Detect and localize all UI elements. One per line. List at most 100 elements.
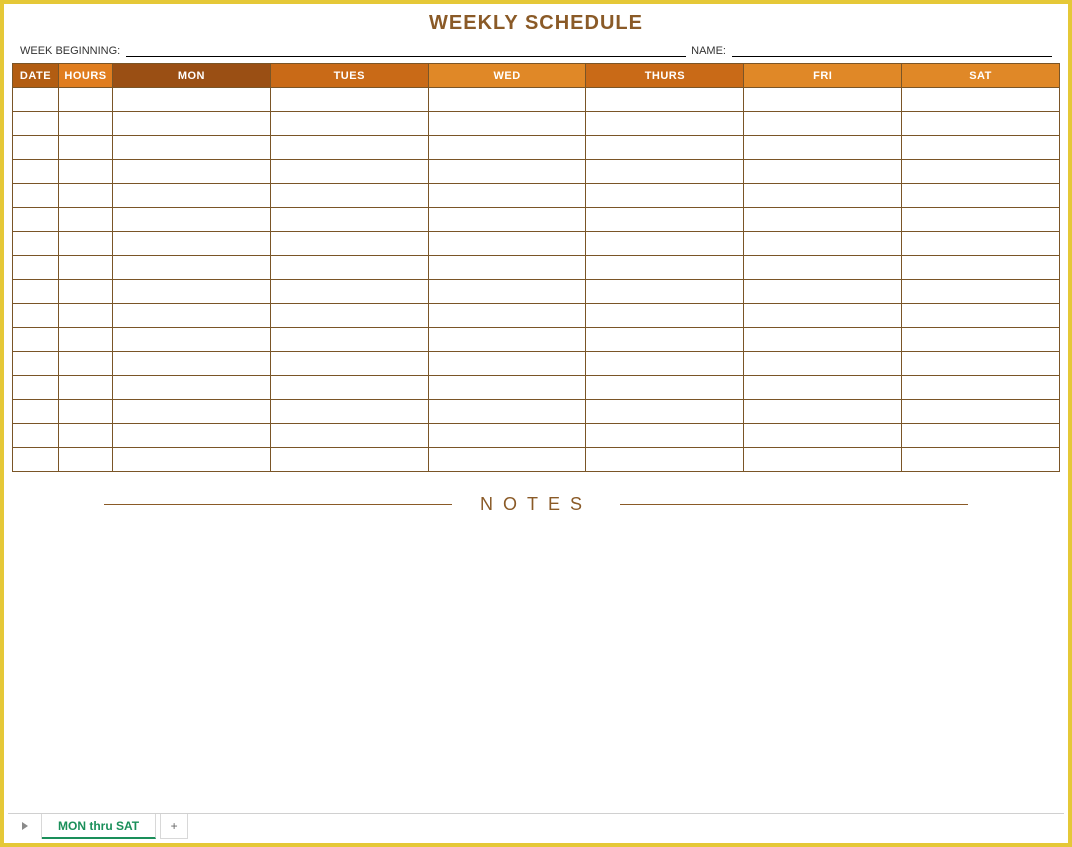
cell-thurs[interactable] (586, 88, 744, 112)
cell-tues[interactable] (270, 88, 428, 112)
cell-date[interactable] (13, 448, 59, 472)
cell-mon[interactable] (113, 280, 271, 304)
cell-mon[interactable] (113, 208, 271, 232)
cell-sat[interactable] (902, 304, 1060, 328)
cell-mon[interactable] (113, 448, 271, 472)
cell-tues[interactable] (270, 280, 428, 304)
cell-wed[interactable] (428, 136, 586, 160)
cell-sat[interactable] (902, 256, 1060, 280)
cell-wed[interactable] (428, 280, 586, 304)
cell-hours[interactable] (59, 352, 113, 376)
cell-mon[interactable] (113, 400, 271, 424)
cell-fri[interactable] (744, 112, 902, 136)
cell-hours[interactable] (59, 136, 113, 160)
cell-fri[interactable] (744, 184, 902, 208)
cell-mon[interactable] (113, 376, 271, 400)
cell-sat[interactable] (902, 352, 1060, 376)
cell-tues[interactable] (270, 376, 428, 400)
cell-sat[interactable] (902, 208, 1060, 232)
cell-wed[interactable] (428, 184, 586, 208)
cell-thurs[interactable] (586, 328, 744, 352)
cell-wed[interactable] (428, 376, 586, 400)
sheet-nav-button[interactable] (8, 814, 42, 839)
cell-date[interactable] (13, 232, 59, 256)
cell-fri[interactable] (744, 352, 902, 376)
cell-tues[interactable] (270, 448, 428, 472)
cell-fri[interactable] (744, 88, 902, 112)
cell-hours[interactable] (59, 424, 113, 448)
cell-wed[interactable] (428, 448, 586, 472)
cell-sat[interactable] (902, 88, 1060, 112)
cell-thurs[interactable] (586, 160, 744, 184)
cell-wed[interactable] (428, 352, 586, 376)
cell-fri[interactable] (744, 328, 902, 352)
cell-fri[interactable] (744, 160, 902, 184)
cell-thurs[interactable] (586, 256, 744, 280)
cell-hours[interactable] (59, 232, 113, 256)
cell-sat[interactable] (902, 400, 1060, 424)
cell-date[interactable] (13, 400, 59, 424)
cell-mon[interactable] (113, 328, 271, 352)
cell-mon[interactable] (113, 352, 271, 376)
cell-thurs[interactable] (586, 304, 744, 328)
cell-mon[interactable] (113, 304, 271, 328)
cell-tues[interactable] (270, 256, 428, 280)
cell-date[interactable] (13, 112, 59, 136)
cell-hours[interactable] (59, 304, 113, 328)
cell-thurs[interactable] (586, 136, 744, 160)
cell-fri[interactable] (744, 424, 902, 448)
cell-date[interactable] (13, 328, 59, 352)
cell-wed[interactable] (428, 232, 586, 256)
cell-tues[interactable] (270, 400, 428, 424)
cell-thurs[interactable] (586, 280, 744, 304)
cell-sat[interactable] (902, 232, 1060, 256)
week-beginning-input-line[interactable] (126, 43, 686, 57)
cell-date[interactable] (13, 160, 59, 184)
cell-hours[interactable] (59, 280, 113, 304)
sheet-add-button[interactable]: + (160, 814, 188, 839)
cell-sat[interactable] (902, 328, 1060, 352)
cell-sat[interactable] (902, 184, 1060, 208)
cell-wed[interactable] (428, 160, 586, 184)
cell-date[interactable] (13, 304, 59, 328)
cell-tues[interactable] (270, 304, 428, 328)
cell-hours[interactable] (59, 208, 113, 232)
cell-thurs[interactable] (586, 112, 744, 136)
cell-hours[interactable] (59, 328, 113, 352)
cell-fri[interactable] (744, 136, 902, 160)
cell-mon[interactable] (113, 424, 271, 448)
cell-wed[interactable] (428, 88, 586, 112)
cell-hours[interactable] (59, 112, 113, 136)
cell-mon[interactable] (113, 112, 271, 136)
cell-fri[interactable] (744, 376, 902, 400)
cell-fri[interactable] (744, 448, 902, 472)
cell-date[interactable] (13, 136, 59, 160)
cell-date[interactable] (13, 424, 59, 448)
cell-sat[interactable] (902, 448, 1060, 472)
cell-wed[interactable] (428, 400, 586, 424)
cell-sat[interactable] (902, 424, 1060, 448)
sheet-tab-mon-sat[interactable]: MON thru SAT (42, 814, 156, 839)
cell-mon[interactable] (113, 88, 271, 112)
cell-sat[interactable] (902, 280, 1060, 304)
cell-date[interactable] (13, 376, 59, 400)
cell-mon[interactable] (113, 256, 271, 280)
cell-wed[interactable] (428, 424, 586, 448)
cell-thurs[interactable] (586, 184, 744, 208)
cell-hours[interactable] (59, 376, 113, 400)
cell-date[interactable] (13, 88, 59, 112)
cell-date[interactable] (13, 352, 59, 376)
cell-thurs[interactable] (586, 424, 744, 448)
cell-tues[interactable] (270, 328, 428, 352)
cell-thurs[interactable] (586, 448, 744, 472)
cell-sat[interactable] (902, 160, 1060, 184)
cell-mon[interactable] (113, 136, 271, 160)
cell-sat[interactable] (902, 112, 1060, 136)
cell-date[interactable] (13, 208, 59, 232)
cell-thurs[interactable] (586, 376, 744, 400)
cell-thurs[interactable] (586, 352, 744, 376)
cell-date[interactable] (13, 256, 59, 280)
cell-thurs[interactable] (586, 208, 744, 232)
cell-hours[interactable] (59, 160, 113, 184)
cell-tues[interactable] (270, 424, 428, 448)
